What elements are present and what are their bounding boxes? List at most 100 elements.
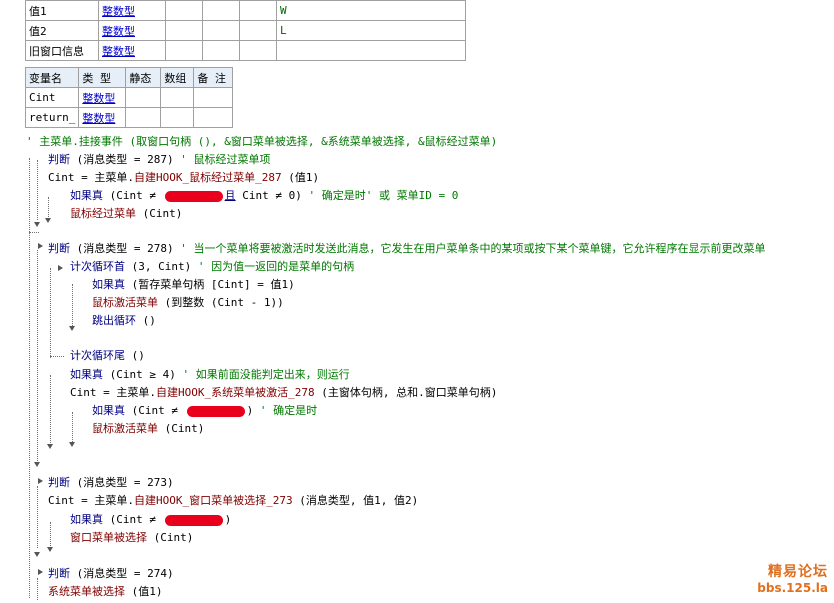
keyword: 判断 (48, 567, 70, 580)
var-name[interactable]: return_ (24, 107, 80, 128)
table-row: 值2 整数型 L (25, 20, 466, 41)
code-line[interactable]: 鼠标经过菜单 (Cint) (70, 205, 182, 223)
table-row: Cint 整数型 (24, 87, 234, 108)
table-row: 旧窗口信息 整数型 (25, 40, 466, 61)
column-header: 备 注 (193, 67, 234, 88)
code-line[interactable]: 计次循环首 (3, Cint) ' 因为值一返回的是菜单的句柄 (70, 258, 354, 276)
flow-arrow-icon (58, 265, 63, 271)
keyword: 计次循环首 (70, 260, 125, 273)
column-header: 数组 (160, 67, 195, 88)
flow-arrow-icon (47, 547, 53, 552)
flow-guide (29, 232, 39, 233)
function-call: 鼠标激活菜单 (92, 296, 158, 309)
param-name[interactable]: 值1 (25, 0, 99, 21)
table-row: 值1 整数型 W (25, 0, 466, 21)
flow-guide (37, 250, 38, 463)
flow-guide (50, 356, 64, 357)
comment: ' 主菜单.挂接事件 (取窗口句柄 (), &窗口菜单被选择, &系统菜单被选择… (26, 135, 498, 148)
comment: ' 因为值一返回的是菜单的句柄 (191, 260, 355, 273)
redaction-mark (186, 405, 245, 417)
code-line[interactable]: 判断 (消息类型 = 274) (48, 565, 174, 583)
column-header: 类 型 (78, 67, 127, 88)
code-line[interactable]: 判断 (消息类型 = 273) (48, 474, 174, 492)
code-line[interactable]: 鼠标激活菜单 (Cint) (92, 420, 204, 438)
flow-arrow-icon (69, 326, 75, 331)
code-line[interactable]: 系统菜单被选择 (值1) (48, 583, 163, 601)
keyword: 如果真 (70, 189, 103, 202)
keyword: 计次循环尾 (70, 349, 125, 362)
var-type-link[interactable]: 整数型 (78, 107, 127, 128)
keyword: 如果真 (92, 404, 125, 417)
comment: ' 鼠标经过菜单项 (173, 153, 271, 166)
param-name[interactable]: 值2 (25, 20, 99, 41)
keyword: 如果真 (70, 368, 103, 381)
flow-guide (37, 486, 38, 548)
code-line[interactable]: 鼠标激活菜单 (到整数 (Cint - 1)) (92, 294, 284, 312)
comment: ' 确定是时 (253, 404, 318, 417)
code-line[interactable]: 跳出循环 () (92, 312, 156, 330)
code-line[interactable]: 如果真 (Cint ≠ ) (70, 511, 231, 529)
flow-guide (72, 412, 73, 444)
comment: ' 当一个菜单将要被激活时发送此消息，它发生在用户菜单条中的某项或按下某个菜单键… (173, 242, 766, 255)
code-line[interactable]: ' 主菜单.挂接事件 (取窗口句柄 (), &窗口菜单被选择, &系统菜单被选择… (26, 133, 497, 151)
keyword: 判断 (48, 153, 70, 166)
redaction-mark (164, 190, 223, 202)
parameter-table: 值1 整数型 W 值2 整数型 L 旧窗口信息 整数型 (25, 0, 466, 61)
table-row: return_ 整数型 (24, 107, 234, 128)
flow-guide (29, 158, 30, 598)
flow-guide (50, 375, 51, 443)
flow-arrow-icon (47, 444, 53, 449)
function-call: 系统菜单被选择 (48, 585, 125, 598)
variable-table: 变量名 类 型 静态 数组 备 注 Cint 整数型 return_ 整数型 (24, 67, 234, 128)
function-call: 自建HOOK_鼠标经过菜单_287 (133, 171, 282, 184)
param-type-link[interactable]: 整数型 (98, 20, 166, 41)
code-line[interactable]: 如果真 (暂存菜单句柄 [Cint] = 值1) (92, 276, 295, 294)
flow-arrow-icon (38, 478, 43, 484)
flow-arrow-icon (34, 462, 40, 467)
keyword: 判断 (48, 242, 70, 255)
code-line[interactable]: 窗口菜单被选择 (Cint) (70, 529, 193, 547)
code-line[interactable]: 判断 (消息类型 = 278) ' 当一个菜单将要被激活时发送此消息，它发生在用… (48, 240, 765, 258)
function-call: 鼠标经过菜单 (70, 207, 136, 220)
flow-arrow-icon (38, 569, 43, 575)
flow-arrow-icon (34, 552, 40, 557)
param-name[interactable]: 旧窗口信息 (25, 40, 99, 61)
column-header: 变量名 (24, 67, 80, 88)
flow-arrow-icon (45, 218, 51, 223)
keyword: 且 (224, 189, 236, 202)
function-call: 自建HOOK_系统菜单被激活_278 (155, 386, 315, 399)
code-line[interactable]: 如果真 (Cint ≥ 4) ' 如果前面没能判定出来，则运行 (70, 366, 350, 384)
param-type-link[interactable]: 整数型 (98, 40, 166, 61)
param-note[interactable] (276, 40, 466, 61)
code-line[interactable]: 如果真 (Cint ≠ ) ' 确定是时 (92, 402, 317, 420)
table-header-row: 变量名 类 型 静态 数组 备 注 (24, 67, 234, 88)
flow-guide (37, 578, 38, 600)
flow-guide (50, 522, 51, 548)
code-line[interactable]: Cint = 主菜单.自建HOOK_窗口菜单被选择_273 (消息类型, 值1,… (48, 492, 418, 510)
flow-arrow-icon (38, 243, 43, 249)
var-type-link[interactable]: 整数型 (78, 87, 127, 108)
param-note[interactable]: L (276, 20, 466, 41)
flow-arrow-icon (34, 222, 40, 227)
var-name[interactable]: Cint (24, 87, 80, 108)
code-line[interactable]: Cint = 主菜单.自建HOOK_鼠标经过菜单_287 (值1) (48, 169, 319, 187)
watermark-title: 精易论坛 (768, 564, 828, 580)
param-type-link[interactable]: 整数型 (98, 0, 166, 21)
code-line[interactable]: Cint = 主菜单.自建HOOK_系统菜单被激活_278 (主窗体句柄, 总和… (70, 384, 497, 402)
code-line[interactable]: 如果真 (Cint ≠ 且 Cint ≠ 0) ' 确定是时' 或 菜单ID =… (70, 187, 458, 205)
function-call: 自建HOOK_窗口菜单被选择_273 (133, 494, 293, 507)
function-call: 窗口菜单被选择 (70, 531, 147, 544)
function-call: 鼠标激活菜单 (92, 422, 158, 435)
flow-arrow-icon (69, 442, 75, 447)
param-note[interactable]: W (276, 0, 466, 21)
keyword: 跳出循环 (92, 314, 136, 327)
redaction-mark (164, 514, 223, 526)
keyword: 判断 (48, 476, 70, 489)
code-line[interactable]: 判断 (消息类型 = 287) ' 鼠标经过菜单项 (48, 151, 270, 169)
code-line[interactable]: 计次循环尾 () (70, 347, 145, 365)
comment: ' 如果前面没能判定出来，则运行 (175, 368, 350, 381)
flow-guide (48, 197, 49, 219)
keyword: 如果真 (92, 278, 125, 291)
keyword: 如果真 (70, 513, 103, 526)
flow-guide (50, 268, 51, 358)
